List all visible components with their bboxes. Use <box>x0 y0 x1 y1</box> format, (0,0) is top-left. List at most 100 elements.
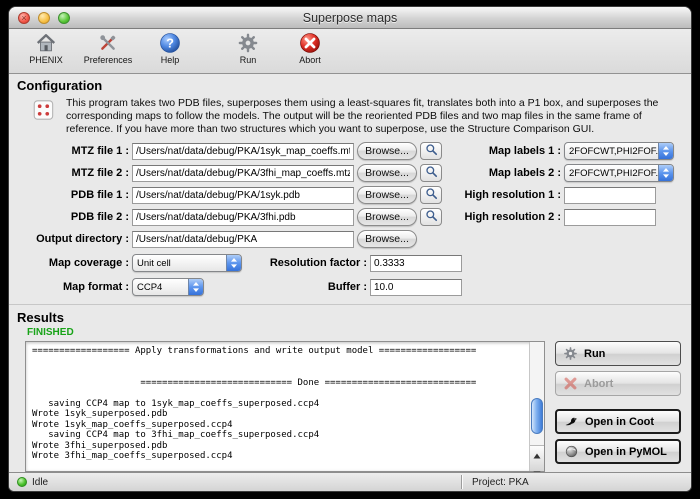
program-description-block: This program takes two PDB files, superp… <box>31 97 675 136</box>
view-pdb-1-button[interactable] <box>420 186 442 204</box>
run-gear-icon <box>237 32 259 54</box>
zoom-button[interactable]: + <box>58 12 70 24</box>
abort-icon <box>299 32 321 54</box>
pdb-file-1-label: PDB file 1 : <box>19 189 129 201</box>
open-in-coot-button[interactable]: Open in Coot <box>555 409 681 434</box>
home-icon <box>35 32 57 54</box>
section-heading-configuration: Configuration <box>17 78 691 93</box>
minimize-button[interactable]: − <box>38 12 50 24</box>
toolbar-phenix-button[interactable]: PHENIX <box>17 32 75 65</box>
window-title: Superpose maps <box>303 11 398 25</box>
map-coverage-select[interactable]: Unit cell <box>132 254 242 272</box>
scroll-arrows <box>530 445 544 471</box>
magnifier-icon <box>425 187 438 203</box>
title-bar[interactable]: × − + Superpose maps <box>9 7 691 29</box>
console-panel: ================== Apply transformations… <box>25 341 545 472</box>
browse-button-output[interactable]: Browse... <box>357 230 417 248</box>
toolbar-abort-button[interactable]: Abort <box>281 32 339 65</box>
open-in-pymol-button[interactable]: Open in PyMOL <box>555 439 681 464</box>
toolbar-abort-label: Abort <box>299 55 321 65</box>
project-label: Project: PKA <box>472 477 529 488</box>
browse-button-pdb-2[interactable]: Browse... <box>357 208 417 226</box>
open-in-coot-label: Open in Coot <box>585 416 654 428</box>
pdb-file-2-input[interactable] <box>132 209 354 226</box>
combo-arrows-icon <box>188 279 203 295</box>
buffer-label: Buffer : <box>247 281 367 293</box>
browse-button-mtz-2[interactable]: Browse... <box>357 164 417 182</box>
section-heading-results: Results <box>17 310 691 325</box>
browse-button-pdb-1[interactable]: Browse... <box>357 186 417 204</box>
mtz-file-2-row: MTZ file 2 : Browse... Map labels 2 : 2F… <box>19 164 691 182</box>
mtz-file-1-label: MTZ file 1 : <box>19 145 129 157</box>
view-pdb-2-button[interactable] <box>420 208 442 226</box>
pdb-file-2-row: PDB file 2 : Browse... High resolution 2… <box>19 208 691 226</box>
tools-icon <box>97 32 119 54</box>
combo-arrows-icon <box>658 143 673 159</box>
map-format-label: Map format : <box>19 281 129 293</box>
toolbar: PHENIX Preferences ? Help Run Abort <box>9 29 691 74</box>
output-directory-input[interactable] <box>132 231 354 248</box>
run-button[interactable]: Run <box>555 341 681 366</box>
run-button-label: Run <box>584 348 605 360</box>
map-labels-1-value: 2FOFCWT,PHI2FOF... <box>565 146 658 157</box>
action-button-panel: Run Abort Open in Coot <box>555 341 681 472</box>
scroll-up-arrow[interactable] <box>533 446 541 464</box>
program-icon <box>31 97 57 128</box>
scroll-thumb[interactable] <box>531 398 543 434</box>
status-bar: Idle Project: PKA <box>9 472 691 491</box>
map-labels-1-label: Map labels 1 : <box>445 145 561 157</box>
help-icon: ? <box>159 32 181 54</box>
window-controls: × − + <box>18 12 70 24</box>
toolbar-run-label: Run <box>240 55 257 65</box>
toolbar-run-button[interactable]: Run <box>219 32 277 65</box>
combo-arrows-icon <box>226 255 241 271</box>
abort-button[interactable]: Abort <box>555 371 681 396</box>
toolbar-phenix-label: PHENIX <box>29 55 63 65</box>
buffer-input[interactable] <box>370 279 462 296</box>
map-format-value: CCP4 <box>133 282 188 293</box>
resolution-factor-label: Resolution factor : <box>247 257 367 269</box>
map-format-select[interactable]: CCP4 <box>132 278 204 296</box>
resolution-factor-input[interactable] <box>370 255 462 272</box>
magnifier-icon <box>425 209 438 225</box>
abort-button-label: Abort <box>584 378 613 390</box>
app-window: × − + Superpose maps PHENIX Preferences … <box>8 6 692 492</box>
results-section: Results FINISHED ================== Appl… <box>9 304 691 472</box>
toolbar-help-button[interactable]: ? Help <box>141 32 199 65</box>
magnifier-icon <box>425 143 438 159</box>
pdb-file-1-row: PDB file 1 : Browse... High resolution 1… <box>19 186 691 204</box>
status-finished: FINISHED <box>27 327 691 338</box>
toolbar-preferences-button[interactable]: Preferences <box>79 32 137 65</box>
pymol-icon <box>564 444 579 459</box>
map-coverage-value: Unit cell <box>133 258 226 269</box>
magnifier-icon <box>425 165 438 181</box>
map-labels-2-select[interactable]: 2FOFCWT,PHI2FOF... <box>564 164 674 182</box>
mtz-file-1-input[interactable] <box>132 143 354 160</box>
program-description: This program takes two PDB files, superp… <box>66 97 675 136</box>
output-directory-label: Output directory : <box>19 233 129 245</box>
toolbar-help-label: Help <box>161 55 180 65</box>
svg-text:?: ? <box>166 36 174 51</box>
map-labels-2-label: Map labels 2 : <box>445 167 561 179</box>
pdb-file-2-label: PDB file 2 : <box>19 211 129 223</box>
gear-icon <box>563 346 578 361</box>
status-text: Idle <box>32 477 48 488</box>
high-resolution-1-input[interactable] <box>564 187 656 204</box>
statusbar-divider <box>461 475 462 489</box>
abort-x-icon <box>563 376 578 391</box>
output-directory-row: Output directory : Browse... <box>19 230 691 248</box>
mtz-file-2-input[interactable] <box>132 165 354 182</box>
map-coverage-row: Map coverage : Unit cell Resolution fact… <box>19 254 691 272</box>
status-idle-icon <box>17 477 27 487</box>
map-format-row: Map format : CCP4 Buffer : <box>19 278 691 296</box>
console-output[interactable]: ================== Apply transformations… <box>26 342 544 471</box>
map-coverage-label: Map coverage : <box>19 257 129 269</box>
high-resolution-2-input[interactable] <box>564 209 656 226</box>
map-labels-1-select[interactable]: 2FOFCWT,PHI2FOF... <box>564 142 674 160</box>
scrollbar[interactable] <box>529 342 544 471</box>
close-button[interactable]: × <box>18 12 30 24</box>
browse-button-mtz-1[interactable]: Browse... <box>357 142 417 160</box>
view-mtz-1-button[interactable] <box>420 142 442 160</box>
pdb-file-1-input[interactable] <box>132 187 354 204</box>
view-mtz-2-button[interactable] <box>420 164 442 182</box>
